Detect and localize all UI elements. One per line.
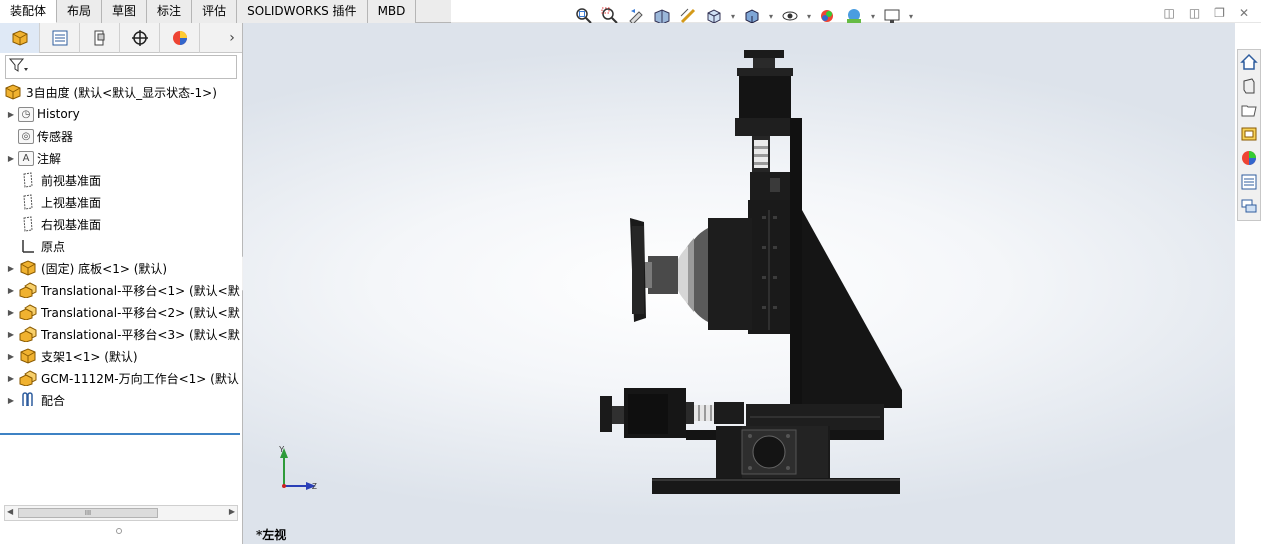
tree-item-label: 传感器 xyxy=(37,129,74,144)
tree-item[interactable]: ▶ Translational-平移台<2> (默认<默 xyxy=(0,301,242,323)
tree-item-label: 右视基准面 xyxy=(41,217,102,232)
tab-evaluate[interactable]: 评估 xyxy=(192,0,238,23)
tab-mbd[interactable]: MBD xyxy=(367,0,417,23)
plane-icon xyxy=(18,193,38,211)
tree-item[interactable]: ▶ Translational-平移台<3> (默认<默 xyxy=(0,323,242,345)
expand-arrow-icon[interactable]: ▶ xyxy=(6,352,16,361)
tree-item[interactable]: ▶ A 注解 xyxy=(0,147,242,169)
plane-icon xyxy=(18,171,38,189)
tree-item-label: 上视基准面 xyxy=(41,195,102,210)
tree-item-label: GCM-1112M-万向工作台<1> (默认 xyxy=(41,371,239,386)
tab-sketch[interactable]: 草图 xyxy=(102,0,148,23)
tab-annotation[interactable]: 标注 xyxy=(147,0,193,23)
triad-z-label: Z xyxy=(312,482,317,491)
scroll-thumb[interactable]: III xyxy=(18,508,158,518)
horizontal-scrollbar[interactable]: ◀ III ▶ xyxy=(4,505,238,521)
custom-properties-icon[interactable] xyxy=(1238,170,1260,194)
tab-assembly[interactable]: 装配体 xyxy=(0,0,58,23)
part-icon xyxy=(18,347,38,365)
tree-item[interactable]: 上视基准面 xyxy=(0,191,242,213)
sensor-icon: ◎ xyxy=(18,128,34,144)
panel-grip[interactable] xyxy=(116,528,122,534)
history-icon: ◷ xyxy=(18,106,34,122)
feature-tree: 3自由度 (默认<默认_显示状态-1>) ▶ ◷ History ◎ 传感器 ▶ A 注解 前视… xyxy=(0,81,242,406)
design-library-icon[interactable] xyxy=(1238,74,1260,98)
expand-arrow-icon[interactable]: ▶ xyxy=(6,374,16,383)
expand-arrow-icon[interactable]: ▶ xyxy=(6,330,16,339)
tree-item-label: 原点 xyxy=(41,239,66,254)
expand-arrow-icon[interactable]: ▶ xyxy=(6,110,16,119)
tree-item-label: Translational-平移台<3> (默认<默 xyxy=(41,327,240,342)
tree-root-label: 3自由度 (默认<默认_显示状态-1>) xyxy=(26,85,217,100)
property-manager-icon[interactable] xyxy=(40,22,80,53)
scroll-left-icon[interactable]: ◀ xyxy=(7,507,13,516)
command-manager-tabs: 装配体 布局 草图 标注 评估 SOLIDWORKS 插件 MBD xyxy=(0,0,451,23)
tree-item[interactable]: ◎ 传感器 xyxy=(0,125,242,147)
tree-divider xyxy=(0,433,240,435)
view-palette-icon[interactable] xyxy=(1238,122,1260,146)
tree-item-label: 配合 xyxy=(41,393,66,407)
scroll-right-icon[interactable]: ▶ xyxy=(229,507,235,516)
dimxpert-icon[interactable] xyxy=(120,22,160,53)
filter-icon xyxy=(8,57,29,77)
triad-y-label: Y xyxy=(279,445,285,454)
view-orientation-label: *左视 xyxy=(256,528,287,542)
forum-icon[interactable] xyxy=(1238,194,1260,218)
tree-item[interactable]: 前视基准面 xyxy=(0,169,242,191)
restore-icon[interactable]: ❐ xyxy=(1214,6,1225,20)
feature-manager-panel: › 3自由度 (默认<默认_显示状态-1>) ▶ ◷ History ◎ 传感器 ▶ A 注解… xyxy=(0,22,243,544)
expand-arrow-icon[interactable]: ▶ xyxy=(6,308,16,317)
tree-filter[interactable] xyxy=(5,55,237,79)
subassembly-icon xyxy=(18,303,38,321)
tree-item-label: 注解 xyxy=(37,151,62,166)
plane-icon xyxy=(18,215,38,233)
home-icon[interactable] xyxy=(1238,50,1260,74)
chevron-right-icon[interactable]: › xyxy=(222,23,242,53)
tree-item[interactable]: ▶ 配合 xyxy=(0,389,242,406)
subassembly-icon xyxy=(18,325,38,343)
tile-left-icon[interactable]: ◫ xyxy=(1163,6,1174,20)
subassembly-icon xyxy=(18,369,38,387)
tree-item[interactable]: ▶ ◷ History xyxy=(0,103,242,125)
subassembly-icon xyxy=(18,281,38,299)
tree-root[interactable]: 3自由度 (默认<默认_显示状态-1>) xyxy=(0,81,242,103)
expand-arrow-icon[interactable]: ▶ xyxy=(6,154,16,163)
tree-item-label: 支架1<1> (默认) xyxy=(41,349,138,364)
tree-item[interactable]: ▶ (固定) 底板<1> (默认) xyxy=(0,257,242,279)
solidworks-window: 装配体 布局 草图 标注 评估 SOLIDWORKS 插件 MBD ▾ ▾ ▾ … xyxy=(0,0,1261,544)
expand-arrow-icon[interactable]: ▶ xyxy=(6,264,16,273)
part-icon xyxy=(18,259,38,277)
tree-item-label: 前视基准面 xyxy=(41,173,102,188)
tree-item-label: History xyxy=(37,107,80,121)
tree-item[interactable]: ▶ GCM-1112M-万向工作台<1> (默认 xyxy=(0,367,242,389)
tile-right-icon[interactable]: ◫ xyxy=(1189,6,1200,20)
tree-item[interactable]: 原点 xyxy=(0,235,242,257)
appearances-icon[interactable] xyxy=(1238,146,1260,170)
3d-model-left-view[interactable] xyxy=(590,50,910,500)
display-manager-icon[interactable] xyxy=(160,22,200,53)
tree-item[interactable]: ▶ 支架1<1> (默认) xyxy=(0,345,242,367)
tree-item-label: Translational-平移台<1> (默认<默 xyxy=(41,283,240,298)
origin-icon xyxy=(18,237,38,255)
expand-arrow-icon[interactable]: ▶ xyxy=(6,396,16,405)
tree-item-label: (固定) 底板<1> (默认) xyxy=(41,261,168,276)
panel-tabs: › xyxy=(0,22,242,53)
task-pane-tabs xyxy=(1237,49,1261,221)
file-explorer-icon[interactable] xyxy=(1238,98,1260,122)
tab-solidworks-addins[interactable]: SOLIDWORKS 插件 xyxy=(237,0,368,23)
close-icon[interactable]: ✕ xyxy=(1239,6,1249,20)
annotation-icon: A xyxy=(18,150,34,166)
mates-icon xyxy=(18,391,38,406)
tree-item[interactable]: ▶ Translational-平移台<1> (默认<默 xyxy=(0,279,242,301)
tab-layout[interactable]: 布局 xyxy=(57,0,103,23)
assembly-icon xyxy=(3,83,23,101)
tree-item[interactable]: 右视基准面 xyxy=(0,213,242,235)
coordinate-triad: Y Z xyxy=(279,445,317,491)
expand-arrow-icon[interactable]: ▶ xyxy=(6,286,16,295)
feature-manager-icon[interactable] xyxy=(0,22,40,53)
configuration-manager-icon[interactable] xyxy=(80,22,120,53)
document-window-controls: ◫ ◫ ❐ ✕ xyxy=(1163,6,1249,20)
tree-item-label: Translational-平移台<2> (默认<默 xyxy=(41,305,240,320)
